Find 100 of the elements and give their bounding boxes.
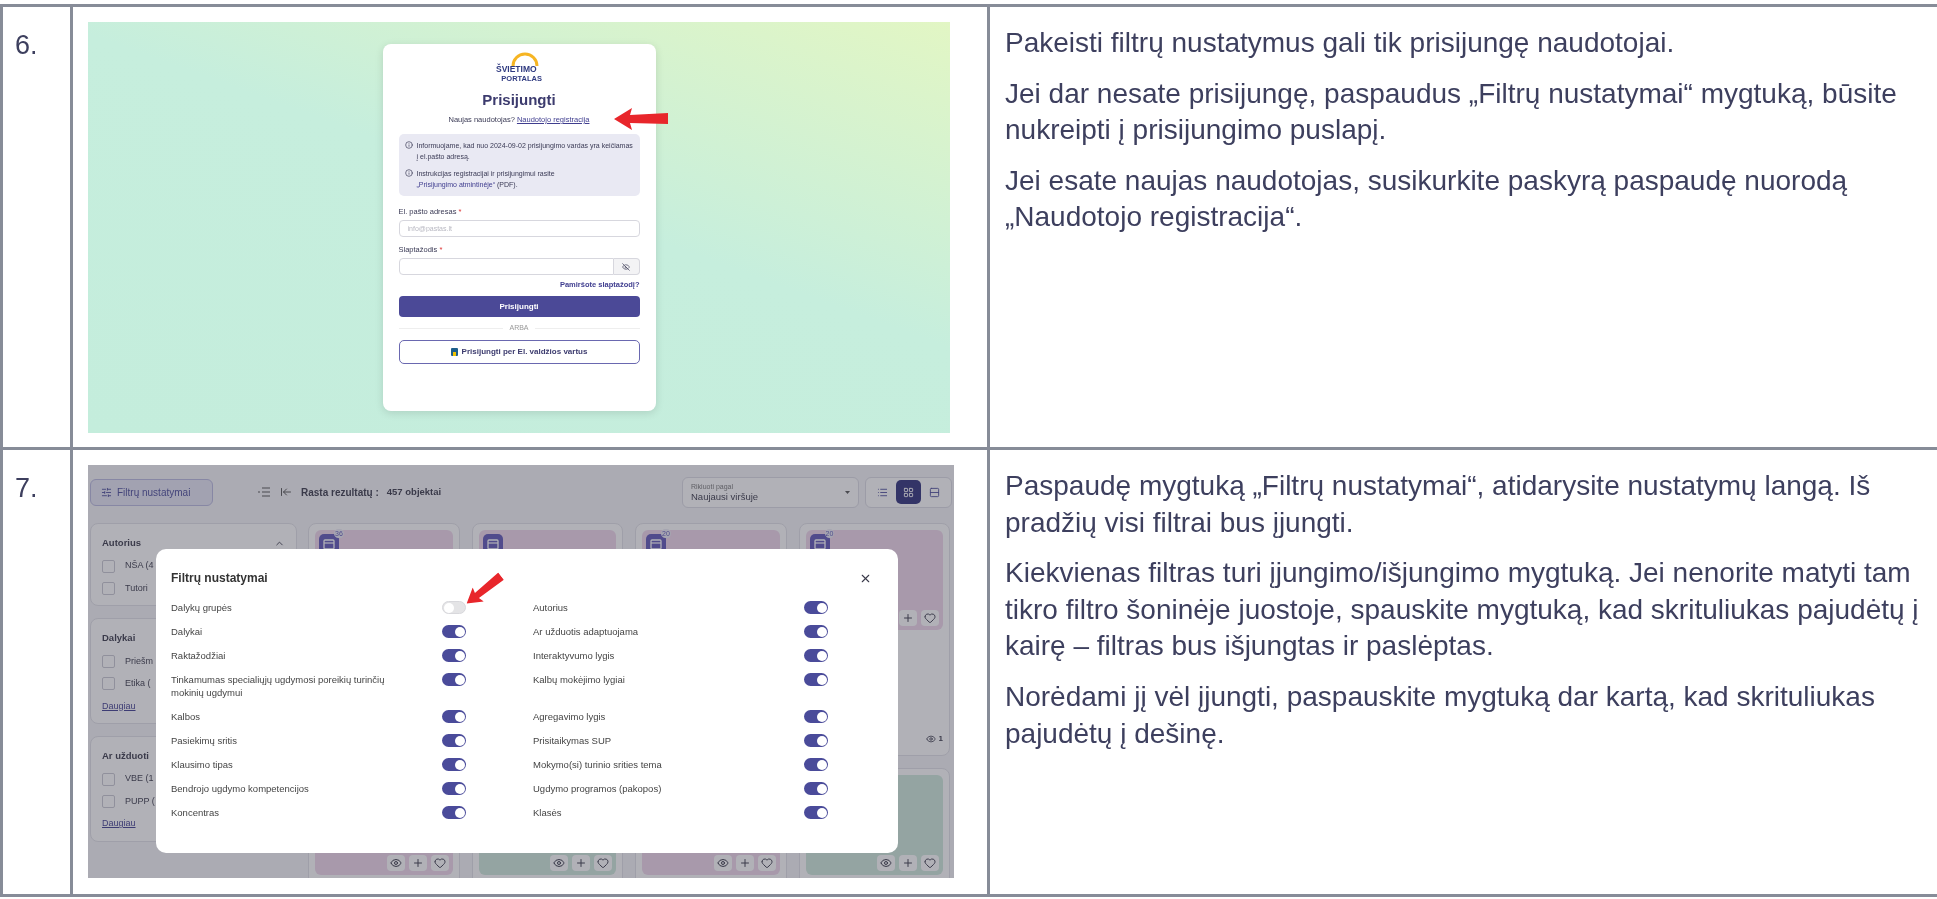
filter-name: Klausimo tipas — [171, 758, 234, 771]
toggle-switch[interactable] — [804, 673, 828, 686]
list-view-icon — [877, 486, 889, 498]
filter-group-title: Ar užduoti — [102, 749, 149, 763]
step-number: 6. — [15, 30, 38, 60]
favorite-icon[interactable] — [921, 855, 939, 871]
toggle-switch[interactable] — [442, 601, 466, 614]
toggle-switch[interactable] — [442, 673, 466, 686]
login-title: Prisijungti — [482, 91, 556, 109]
filter-option-label: NŠA (4 — [125, 559, 154, 573]
add-icon[interactable] — [899, 855, 917, 871]
instruction-paragraph: Paspaudę mygtuką „Filtrų nustatymai“, atidarysite nustatymų langą. Iš pradžių visi filtrai bus įjungti. — [1005, 469, 1872, 540]
info-icon — [404, 141, 413, 149]
instruction-paragraph: Pakeisti filtrų nustatymus gali tik prisijungę naudotojai. — [1005, 26, 1676, 60]
filter-option-label: Priešm — [125, 654, 153, 668]
preview-icon[interactable] — [550, 855, 568, 871]
instruction-paragraph: Norėdami jį vėl įjungti, paspauskite mygtuką dar kartą, kad skrituliukas pajudėtų į dešinę. — [1005, 679, 1876, 751]
filter-name: Kalbų mokėjimo lygiai — [533, 673, 626, 686]
info-icon — [404, 169, 413, 177]
toggle-switch[interactable] — [804, 625, 828, 638]
password-field[interactable] — [398, 258, 614, 275]
toggle-switch[interactable] — [442, 782, 466, 795]
checkbox[interactable] — [102, 795, 115, 808]
views-count: 1 — [938, 733, 943, 745]
preview-icon[interactable] — [877, 855, 895, 871]
add-icon[interactable] — [408, 855, 427, 871]
pointer-arrow — [614, 108, 668, 130]
sliders-icon — [101, 486, 112, 498]
instruction-paragraph: Jei esate naujas naudotojas, susikurkite paskyrą paspaudę nuorodą „Naudotojo registracija“. — [1005, 163, 1849, 235]
instruction-paragraph: Jei dar nesate prisijungę, paspaudus „Filtrų nustatymai“ mygtuką, būsite nukreipti į prisijungimo puslapį. — [1005, 76, 1898, 148]
checkbox[interactable] — [102, 772, 115, 786]
more-link[interactable]: Daugiau — [102, 817, 136, 831]
toggle-switch[interactable] — [442, 625, 466, 638]
filter-name: Klasės — [533, 806, 563, 819]
filter-name: Autorius — [533, 601, 569, 614]
toggle-switch[interactable] — [804, 649, 828, 662]
favorite-icon[interactable] — [594, 855, 612, 871]
filter-name: Koncentras — [171, 806, 221, 819]
add-icon[interactable] — [735, 855, 754, 871]
favorite-icon[interactable] — [921, 610, 939, 626]
filter-name: Kalbos — [171, 710, 202, 723]
collapse-sidebar-icon[interactable] — [280, 486, 292, 498]
filter-name: Ar užduotis adaptuojama — [533, 625, 640, 638]
results-count: 457 objektai — [386, 484, 442, 499]
filter-option-label: Etika ( — [125, 677, 151, 690]
filter-group-title: Autorius — [102, 536, 142, 550]
checkbox[interactable] — [102, 559, 115, 573]
toggle-switch[interactable] — [442, 649, 466, 662]
filter-option-label: Tutori — [125, 581, 148, 595]
rows-view-icon — [928, 486, 940, 498]
filter-name: Dalykai — [171, 625, 204, 638]
filter-name: Tinkamumas specialiųjų ugdymosi poreikių turinčių mokinių ugdymui — [171, 673, 386, 699]
views-icon — [925, 734, 936, 744]
eye-off-icon — [622, 262, 630, 271]
toggle-switch[interactable] — [442, 710, 466, 723]
checkbox[interactable] — [102, 582, 115, 595]
add-icon[interactable] — [572, 855, 590, 871]
filter-name: Bendrojo ugdymo kompetencijos — [171, 782, 310, 795]
toggle-switch[interactable] — [804, 782, 828, 795]
filter-name: Pasiekimų sritis — [171, 734, 238, 747]
view-mode-button[interactable] — [895, 480, 922, 504]
preview-icon[interactable] — [386, 855, 405, 871]
filter-option-label: PUPP ( — [125, 794, 155, 808]
filter-option-label: VBE (1 — [125, 772, 154, 786]
toggle-switch[interactable] — [442, 758, 466, 771]
toggle-switch[interactable] — [804, 758, 828, 771]
logo-title: ŠVIETIMO — [496, 64, 537, 74]
filter-name: Dalykų grupės — [171, 601, 233, 614]
toggle-switch[interactable] — [442, 806, 466, 819]
results-label: Rasta rezultatų : — [301, 485, 379, 500]
filter-settings-button[interactable]: Filtrų nustatymai — [90, 478, 213, 506]
dialog-title: Filtrų nustatymai — [171, 570, 268, 587]
gateway-icon — [450, 347, 458, 356]
filter-name: Raktažodžiai — [171, 649, 227, 662]
favorite-icon[interactable] — [757, 855, 776, 871]
login-button[interactable]: Prisijungti — [398, 296, 640, 317]
filter-name: Ugdymo programos (pakopos) — [533, 782, 663, 795]
filter-group-title: Dalykai — [102, 631, 136, 646]
toggle-switch[interactable] — [804, 601, 828, 614]
step-number: 7. — [15, 473, 38, 503]
grid-view-icon — [903, 486, 914, 498]
dropdown-caret-icon — [845, 490, 850, 494]
filter-name: Prisitaikymas SUP — [533, 734, 613, 747]
filter-name: Interaktyvumo lygis — [533, 649, 616, 662]
more-link[interactable]: Daugiau — [102, 699, 136, 713]
favorite-icon[interactable] — [430, 855, 449, 871]
filter-name: Mokymo(si) turinio srities tema — [533, 758, 663, 771]
checkbox[interactable] — [102, 654, 115, 668]
checkbox[interactable] — [102, 677, 115, 691]
toggle-switch[interactable] — [804, 734, 828, 747]
add-icon[interactable] — [899, 610, 917, 626]
show-password-button[interactable] — [613, 258, 640, 275]
toggle-switch[interactable] — [804, 710, 828, 723]
toggle-switch[interactable] — [804, 806, 828, 819]
toggle-switch[interactable] — [442, 734, 466, 747]
filter-name: Agregavimo lygis — [533, 710, 607, 723]
preview-icon[interactable] — [713, 855, 732, 871]
gateway-login-button[interactable]: Prisijungti per El. valdžios vartus — [398, 339, 640, 364]
sort-value: Naujausi viršuje — [691, 490, 760, 503]
instruction-paragraph: Kiekvienas filtras turi įjungimo/išjungimo mygtuką. Jei nenorite matyti tam tikro filtro šoninėje juostoje, spauskite mygtuką, kad skrituliukas pajudėtų į kairę – filtras bus išjungtas ir paslėptas. — [1005, 556, 1919, 664]
